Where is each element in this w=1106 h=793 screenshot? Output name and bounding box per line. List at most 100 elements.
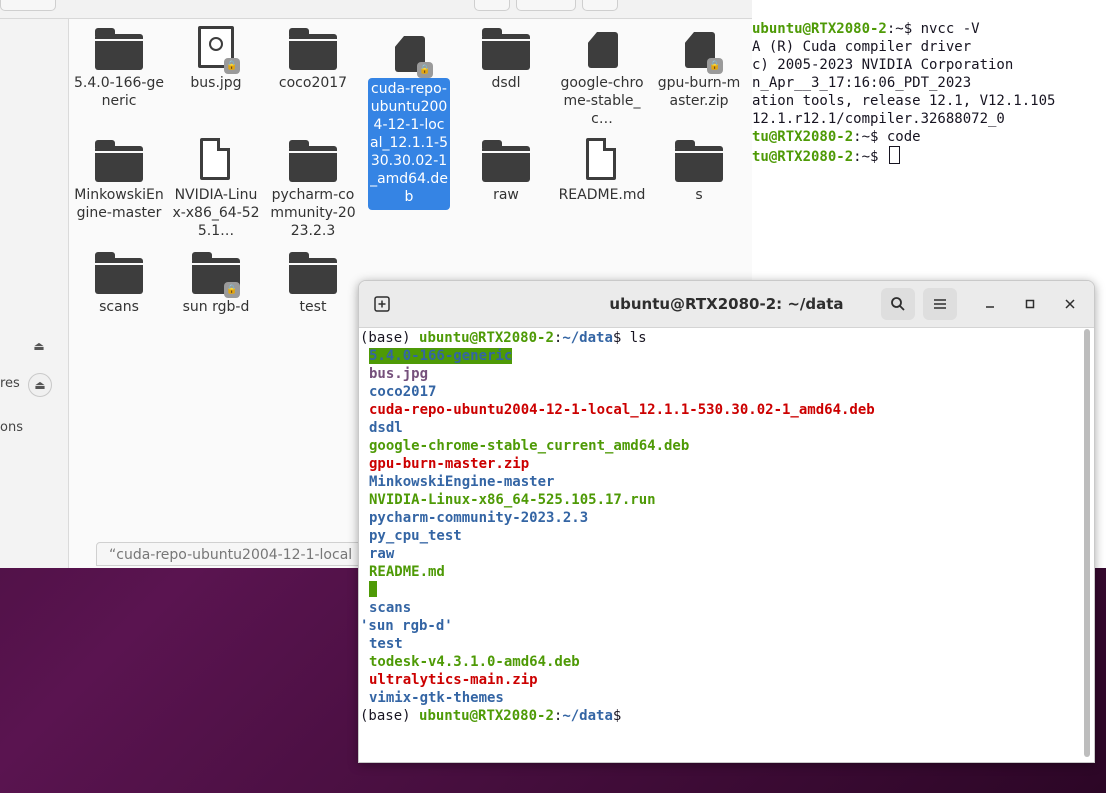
- ls-entry: 5.4.0-166-generic: [369, 348, 513, 364]
- file-item[interactable]: MinkowskiEngine-master: [74, 132, 164, 222]
- folder-icon: [93, 250, 145, 296]
- eject-icon[interactable]: ⏏: [28, 373, 52, 397]
- file-item-selected[interactable]: 🔒 cuda-repo-ubuntu2004-12-1-local_12.1.1…: [364, 30, 454, 210]
- document-icon: [190, 138, 242, 184]
- sidebar-item-volume[interactable]: res ⏏: [0, 367, 68, 401]
- document-icon: [576, 138, 628, 184]
- file-item[interactable]: 5.4.0-166-generic: [74, 20, 164, 110]
- terminal-line: tu@RTX2080-2:~$ code: [752, 129, 921, 145]
- terminal-scrollbar[interactable]: [1084, 329, 1090, 757]
- file-item[interactable]: 🔒 bus.jpg: [171, 20, 261, 92]
- file-label: cuda-repo-ubuntu2004-12-1-local_12.1.1-5…: [368, 78, 450, 210]
- file-label: MinkowskiEngine-master: [74, 187, 164, 221]
- file-label: pycharm-community-2023.2.3: [270, 187, 356, 239]
- file-item[interactable]: raw: [461, 132, 551, 204]
- file-label: sun rgb-d: [182, 299, 250, 315]
- terminal-output[interactable]: (base) ubuntu@RTX2080-2:~/data$ ls 5.4.0…: [359, 328, 1081, 762]
- folder-icon: [93, 26, 145, 72]
- folder-icon: [480, 138, 532, 184]
- file-item[interactable]: 🔒 gpu-burn-master.zip: [654, 20, 744, 110]
- file-label: NVIDIA-Linux-x86_64-525.1…: [172, 187, 260, 239]
- prompt-line: (base) ubuntu@RTX2080-2:~/data$ ls: [360, 330, 647, 346]
- selection-status: “cuda-repo-ubuntu2004-12-1-local: [96, 542, 386, 566]
- sidebar-item-drive[interactable]: ⏏: [0, 329, 68, 363]
- ls-entry: gpu-burn-master.zip: [369, 456, 530, 472]
- sidebar-item-other-locations[interactable]: ons: [0, 411, 68, 445]
- lock-icon: 🔒: [224, 58, 240, 74]
- menu-button[interactable]: [582, 0, 618, 11]
- ls-entry: scans: [369, 600, 412, 616]
- terminal-cursor: [888, 146, 900, 164]
- terminal-line: ation tools, release 12.1, V12.1.105: [752, 93, 1056, 109]
- hamburger-menu-button[interactable]: [923, 288, 957, 320]
- close-button[interactable]: [1059, 293, 1081, 315]
- sidebar-item-label: ons: [0, 420, 23, 435]
- new-tab-button[interactable]: [365, 288, 399, 320]
- file-item[interactable]: test: [268, 244, 358, 316]
- close-icon: [1065, 299, 1075, 309]
- folder-icon: 🔒: [190, 250, 242, 298]
- folder-icon: [673, 138, 725, 184]
- sidebar-item-label: res: [0, 376, 20, 391]
- path-bar-button[interactable]: [0, 0, 56, 11]
- file-label: 5.4.0-166-generic: [74, 75, 164, 109]
- folder-icon: [287, 250, 339, 296]
- ls-entry: dsdl: [369, 420, 403, 436]
- eject-icon[interactable]: ⏏: [28, 335, 50, 357]
- ls-entry: 'sun rgb-d': [360, 618, 453, 634]
- file-item[interactable]: scans: [74, 244, 164, 316]
- ls-entry-highlight: [369, 581, 377, 599]
- file-label: bus.jpg: [190, 75, 242, 91]
- ls-entry: vimix-gtk-themes: [369, 690, 504, 706]
- terminal-line: A (R) Cuda compiler driver: [752, 39, 972, 55]
- file-label: gpu-burn-master.zip: [657, 75, 741, 109]
- ls-entry: ultralytics-main.zip: [369, 672, 538, 688]
- terminal-title: ubuntu@RTX2080-2: ~/data: [609, 295, 844, 313]
- ls-entry: cuda-repo-ubuntu2004-12-1-local_12.1.1-5…: [369, 402, 875, 418]
- ls-entry: MinkowskiEngine-master: [369, 474, 555, 490]
- file-label: test: [299, 299, 327, 315]
- terminal-line: ubuntu@RTX2080-2:~$ nvcc -V: [752, 21, 980, 37]
- file-item[interactable]: README.md: [557, 132, 647, 204]
- folder-icon: [287, 26, 339, 72]
- minimize-icon: [986, 306, 994, 308]
- image-icon: 🔒: [190, 26, 242, 74]
- ls-entry: google-chrome-stable_current_amd64.deb: [369, 438, 690, 454]
- maximize-button[interactable]: [1019, 293, 1041, 315]
- ls-entry: coco2017: [369, 384, 437, 400]
- terminal-line: c) 2005-2023 NVIDIA Corporation: [752, 57, 1014, 73]
- file-item[interactable]: pycharm-community-2023.2.3: [268, 132, 358, 240]
- search-button[interactable]: [474, 0, 510, 11]
- file-label: dsdl: [491, 75, 521, 91]
- package-icon: 🔒: [383, 30, 435, 78]
- file-label: google-chrome-stable_c…: [560, 75, 644, 127]
- file-item[interactable]: google-chrome-stable_c…: [557, 20, 647, 128]
- files-toolbar: [0, 0, 752, 19]
- ls-entry: raw: [369, 546, 395, 562]
- file-label: coco2017: [278, 75, 348, 91]
- search-button[interactable]: [881, 288, 915, 320]
- files-sidebar: ⏏ res ⏏ ons: [0, 19, 69, 568]
- folder-icon: [287, 138, 339, 184]
- new-tab-icon: [374, 296, 390, 312]
- file-label: s: [695, 187, 703, 203]
- terminal-line: tu@RTX2080-2:~$: [752, 146, 900, 166]
- minimize-button[interactable]: [979, 293, 1001, 315]
- hamburger-menu-icon: [934, 299, 946, 309]
- view-toggle-button[interactable]: [516, 0, 576, 11]
- file-item[interactable]: dsdl: [461, 20, 551, 92]
- file-item[interactable]: coco2017: [268, 20, 358, 92]
- file-item[interactable]: s: [654, 132, 744, 204]
- folder-icon: [93, 138, 145, 184]
- ls-entry: test: [369, 636, 403, 652]
- package-icon: [576, 26, 628, 72]
- lock-icon: 🔒: [707, 58, 723, 74]
- ls-entry: todesk-v4.3.1.0-amd64.deb: [369, 654, 580, 670]
- file-item[interactable]: NVIDIA-Linux-x86_64-525.1…: [171, 132, 261, 240]
- terminal-header-bar[interactable]: ubuntu@RTX2080-2: ~/data: [359, 281, 1094, 328]
- ls-entry: README.md: [369, 564, 445, 580]
- lock-icon: 🔒: [224, 282, 240, 298]
- maximize-icon: [1025, 299, 1035, 309]
- ls-entry: NVIDIA-Linux-x86_64-525.105.17.run: [369, 492, 656, 508]
- file-item[interactable]: 🔒 sun rgb-d: [171, 244, 261, 316]
